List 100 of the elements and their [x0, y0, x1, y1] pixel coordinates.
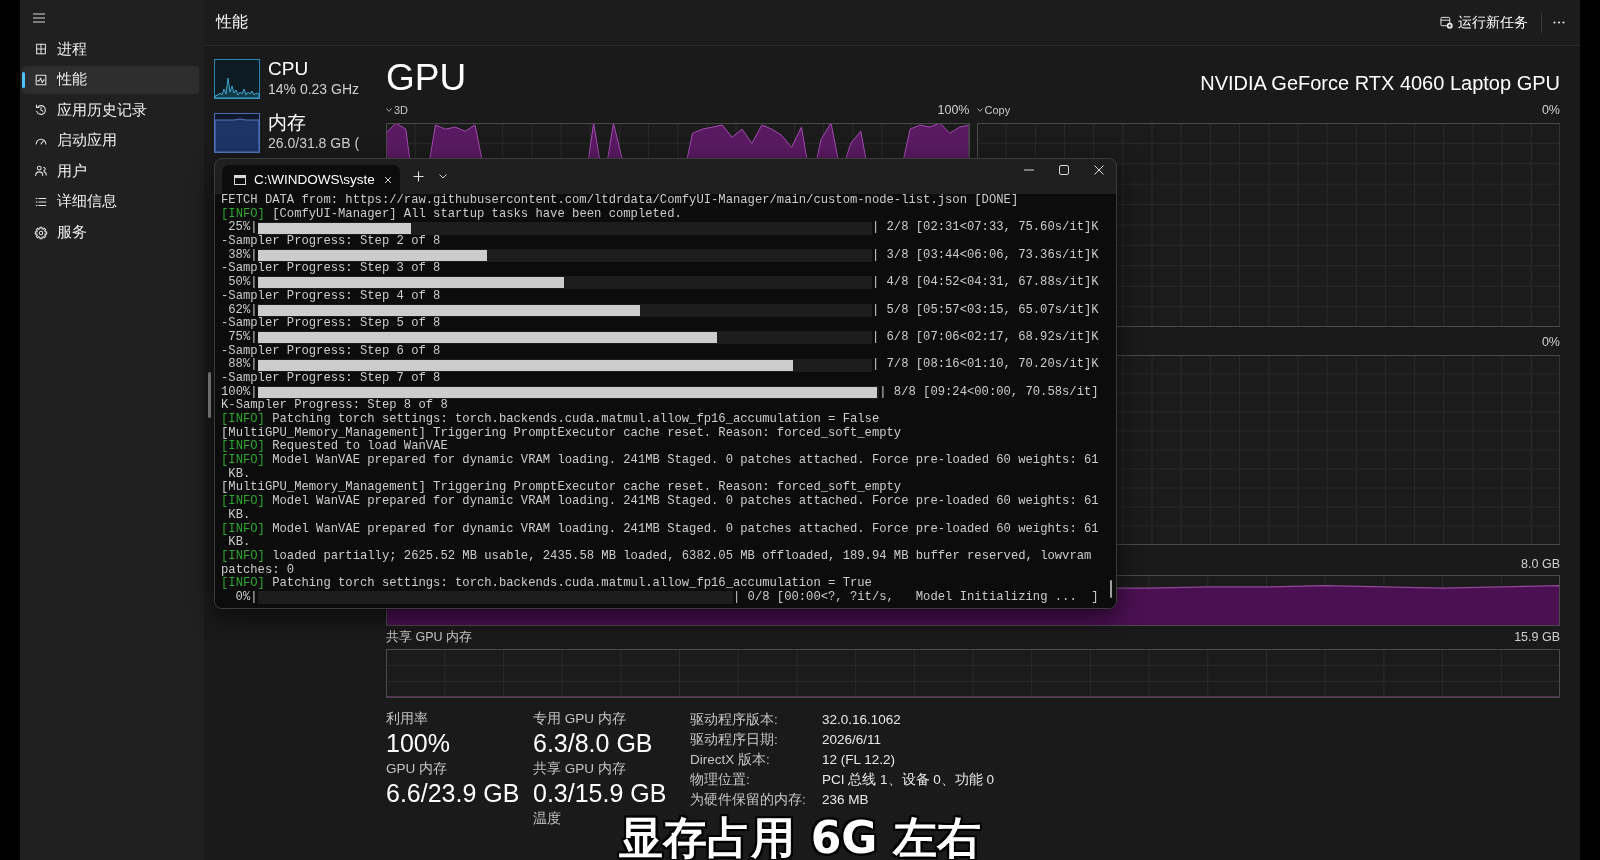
users-icon — [34, 164, 48, 179]
run-new-task-button[interactable]: 运行新任务 — [1436, 9, 1532, 36]
nav-item[interactable]: 启动应用 — [22, 126, 199, 155]
property-label: DirectX 版本: — [690, 751, 770, 769]
chevron-down-icon[interactable] — [439, 174, 447, 179]
terminal-line: -Sampler Progress: Step 4 of 8 — [221, 289, 441, 304]
terminal-text: 100%| — [221, 385, 258, 399]
terminal-text: | 8/8 [09:24<00:00, 70.58s/it] — [879, 385, 1099, 400]
terminal-line: KB. — [227, 536, 251, 550]
property-value: PCI 总线 1、设备 0、功能 0 — [822, 771, 995, 789]
terminal-line: KB. — [227, 508, 251, 523]
stat-label: 温度 — [533, 810, 561, 828]
terminal-line: patches: 0 — [221, 563, 295, 577]
terminal-text: | 6/8 [07:06<02:17, 68.92s/it]K — [871, 330, 1099, 345]
memory-graph-thumbnail — [214, 113, 260, 153]
terminal-line: [INFO] loaded partially; 2625.52 MB usable, 2435.58 MB loaded, 6382.05 MB offloaded, 189.94 MB buffer reserved, lowvram — [221, 549, 1092, 564]
page-title: 性能 — [216, 12, 248, 32]
maximize-icon[interactable] — [1059, 165, 1069, 175]
terminal-line: FETCH DATA from: https://raw.githubusercontent.com/ltdrdata/ComfyUI-Manager/main/custom-node-list.json [DONE] — [221, 194, 1019, 208]
stat-value: 0.3/15.9 GB — [533, 778, 667, 808]
stat-value: 6.3/8.0 GB — [533, 728, 653, 758]
terminal-text: | 4/8 [04:52<04:31, 67.88s/it]K — [871, 276, 1099, 290]
terminal-line: [INFO] Model WanVAE prepared for dynamic VRAM loading. 241MB Staged. 0 patches attached. Force pre-loaded 60 weights: 61 — [221, 495, 1099, 509]
terminal-text: 25%| — [227, 221, 258, 235]
terminal-text: 50%| — [227, 276, 258, 290]
gpu-model-name: NVIDIA GeForce RTX 4060 Laptop GPU — [1200, 72, 1560, 95]
close-icon[interactable] — [1094, 165, 1104, 175]
scrollbar-thumb[interactable] — [1110, 580, 1112, 598]
nav-item[interactable]: 服务 — [22, 218, 199, 247]
terminal-line: K-Sampler Progress: Step 8 of 8 — [221, 399, 448, 413]
terminal-line: [MultiGPU_Memory_Management] Triggering PromptExecutor cache reset. Reason: forced_soft_empty — [221, 426, 902, 440]
window-plus-icon — [1440, 16, 1453, 29]
engine-dropdown[interactable]: Copy — [976, 104, 1011, 116]
stat-label: 共享 GPU 内存 — [533, 760, 626, 778]
close-icon[interactable] — [384, 175, 392, 184]
device-title: GPU — [386, 58, 467, 98]
nav-item[interactable]: 详细信息 — [22, 187, 199, 216]
stat-value: 100% — [386, 728, 450, 758]
terminal-text: | 7/8 [08:16<01:10, 70.20s/it]K — [871, 358, 1099, 372]
engine-usage-value: 0% — [1541, 103, 1560, 117]
terminal-line: [MultiGPU_Memory_Management] Triggering PromptExecutor cache reset. Reason: forced_soft_empty — [221, 481, 902, 495]
nav-item[interactable]: 进程 — [22, 35, 199, 63]
terminal-text: 88%| — [227, 358, 258, 372]
stat-value: 6.6/23.9 GB — [386, 778, 520, 808]
nav-item[interactable]: 用户 — [22, 157, 199, 186]
scrollbar-thumb[interactable] — [208, 372, 211, 418]
nav-item[interactable]: 性能 — [22, 65, 199, 94]
chevron-down-icon — [976, 108, 983, 112]
property-label: 驱动程序版本: — [690, 711, 778, 729]
terminal-text: 75%| — [227, 330, 258, 345]
menu-icon[interactable] — [33, 13, 45, 23]
engine-dropdown[interactable]: 3D — [386, 104, 409, 116]
device-name[interactable]: 内存 — [268, 112, 306, 134]
property-label: 驱动程序日期: — [690, 731, 778, 749]
device-name[interactable]: CPU — [268, 58, 309, 80]
terminal-line: [INFO] Model WanVAE prepared for dynamic VRAM loading. 241MB Staged. 0 patches attached. Force pre-loaded 60 weights: 61 — [221, 454, 1099, 468]
property-value: 2026/6/11 — [822, 731, 882, 749]
terminal-line: -Sampler Progress: Step 3 of 8 — [221, 262, 441, 276]
terminal-text: | 3/8 [03:44<06:06, 73.36s/it]K — [871, 248, 1099, 263]
terminal-text: 38%| — [227, 248, 258, 262]
stat-label: GPU 内存 — [386, 760, 447, 778]
graph-max-value: 15.9 GB — [1514, 630, 1560, 644]
property-label: 物理位置: — [690, 771, 750, 789]
property-value: 32.0.16.1062 — [822, 711, 901, 729]
property-value: 236 MB — [822, 791, 869, 809]
terminal-text: | 2/8 [02:31<07:33, 75.60s/it]K — [871, 221, 1099, 236]
nav-item[interactable]: 应用历史记录 — [22, 96, 199, 125]
terminal-text: 62%| — [227, 303, 258, 317]
device-usage: 26.0/31.8 GB ( — [268, 134, 360, 152]
chevron-down-icon — [386, 108, 392, 112]
stat-label: 利用率 — [386, 710, 428, 728]
terminal-line: -Sampler Progress: Step 6 of 8 — [221, 344, 441, 358]
terminal-tab[interactable]: C:\WINDOWS\syste — [222, 165, 400, 194]
cpu-graph-thumbnail — [214, 59, 260, 99]
plus-icon[interactable] — [413, 171, 424, 182]
terminal-icon — [234, 174, 246, 185]
engine-usage-value: 100% — [937, 103, 970, 117]
terminal-line: -Sampler Progress: Step 2 of 8 — [221, 235, 441, 249]
engine-usage-value: 0% — [1541, 335, 1560, 349]
graph-label: 共享 GPU 内存 — [386, 628, 473, 646]
terminal-line: [INFO] Model WanVAE prepared for dynamic VRAM loading. 241MB Staged. 0 patches attached. Force pre-loaded 60 weights: 61 — [221, 522, 1099, 536]
gear-icon — [34, 225, 48, 240]
terminal-line: -Sampler Progress: Step 5 of 8 — [221, 317, 441, 331]
graph-max-value: 8.0 GB — [1521, 557, 1560, 571]
pulse-chart-icon — [34, 72, 48, 87]
terminal-text: 0%| — [234, 590, 258, 605]
more-icon[interactable] — [1553, 21, 1565, 24]
terminal-line: [INFO] Patching torch settings: torch.backends.cuda.matmul.allow_fp16_accumulation = False — [221, 413, 880, 427]
terminal-line: -Sampler Progress: Step 7 of 8 — [221, 371, 441, 386]
stat-label: 专用 GPU 内存 — [533, 710, 626, 728]
terminal-line: [INFO] Patching torch settings: torch.backends.cuda.matmul.allow_fp16_accumulation = True — [221, 577, 872, 591]
terminal-text: | 0/8 [00:00<?, ?it/s, Model Initializing ... ] — [732, 590, 1099, 605]
grid-icon — [34, 42, 48, 56]
property-value: 12 (FL 12.2) — [822, 751, 896, 769]
terminal-line: [INFO] Requested to load WanVAE — [221, 440, 448, 454]
device-usage: 14% 0.23 GHz — [268, 80, 360, 98]
history-icon — [34, 103, 48, 118]
property-label: 为硬件保留的内存: — [690, 791, 806, 809]
terminal-line: [INFO] [ComfyUI-Manager] All startup tasks have been completed. — [221, 207, 682, 221]
video-caption: 显存占用 6G 左右 — [619, 816, 981, 860]
